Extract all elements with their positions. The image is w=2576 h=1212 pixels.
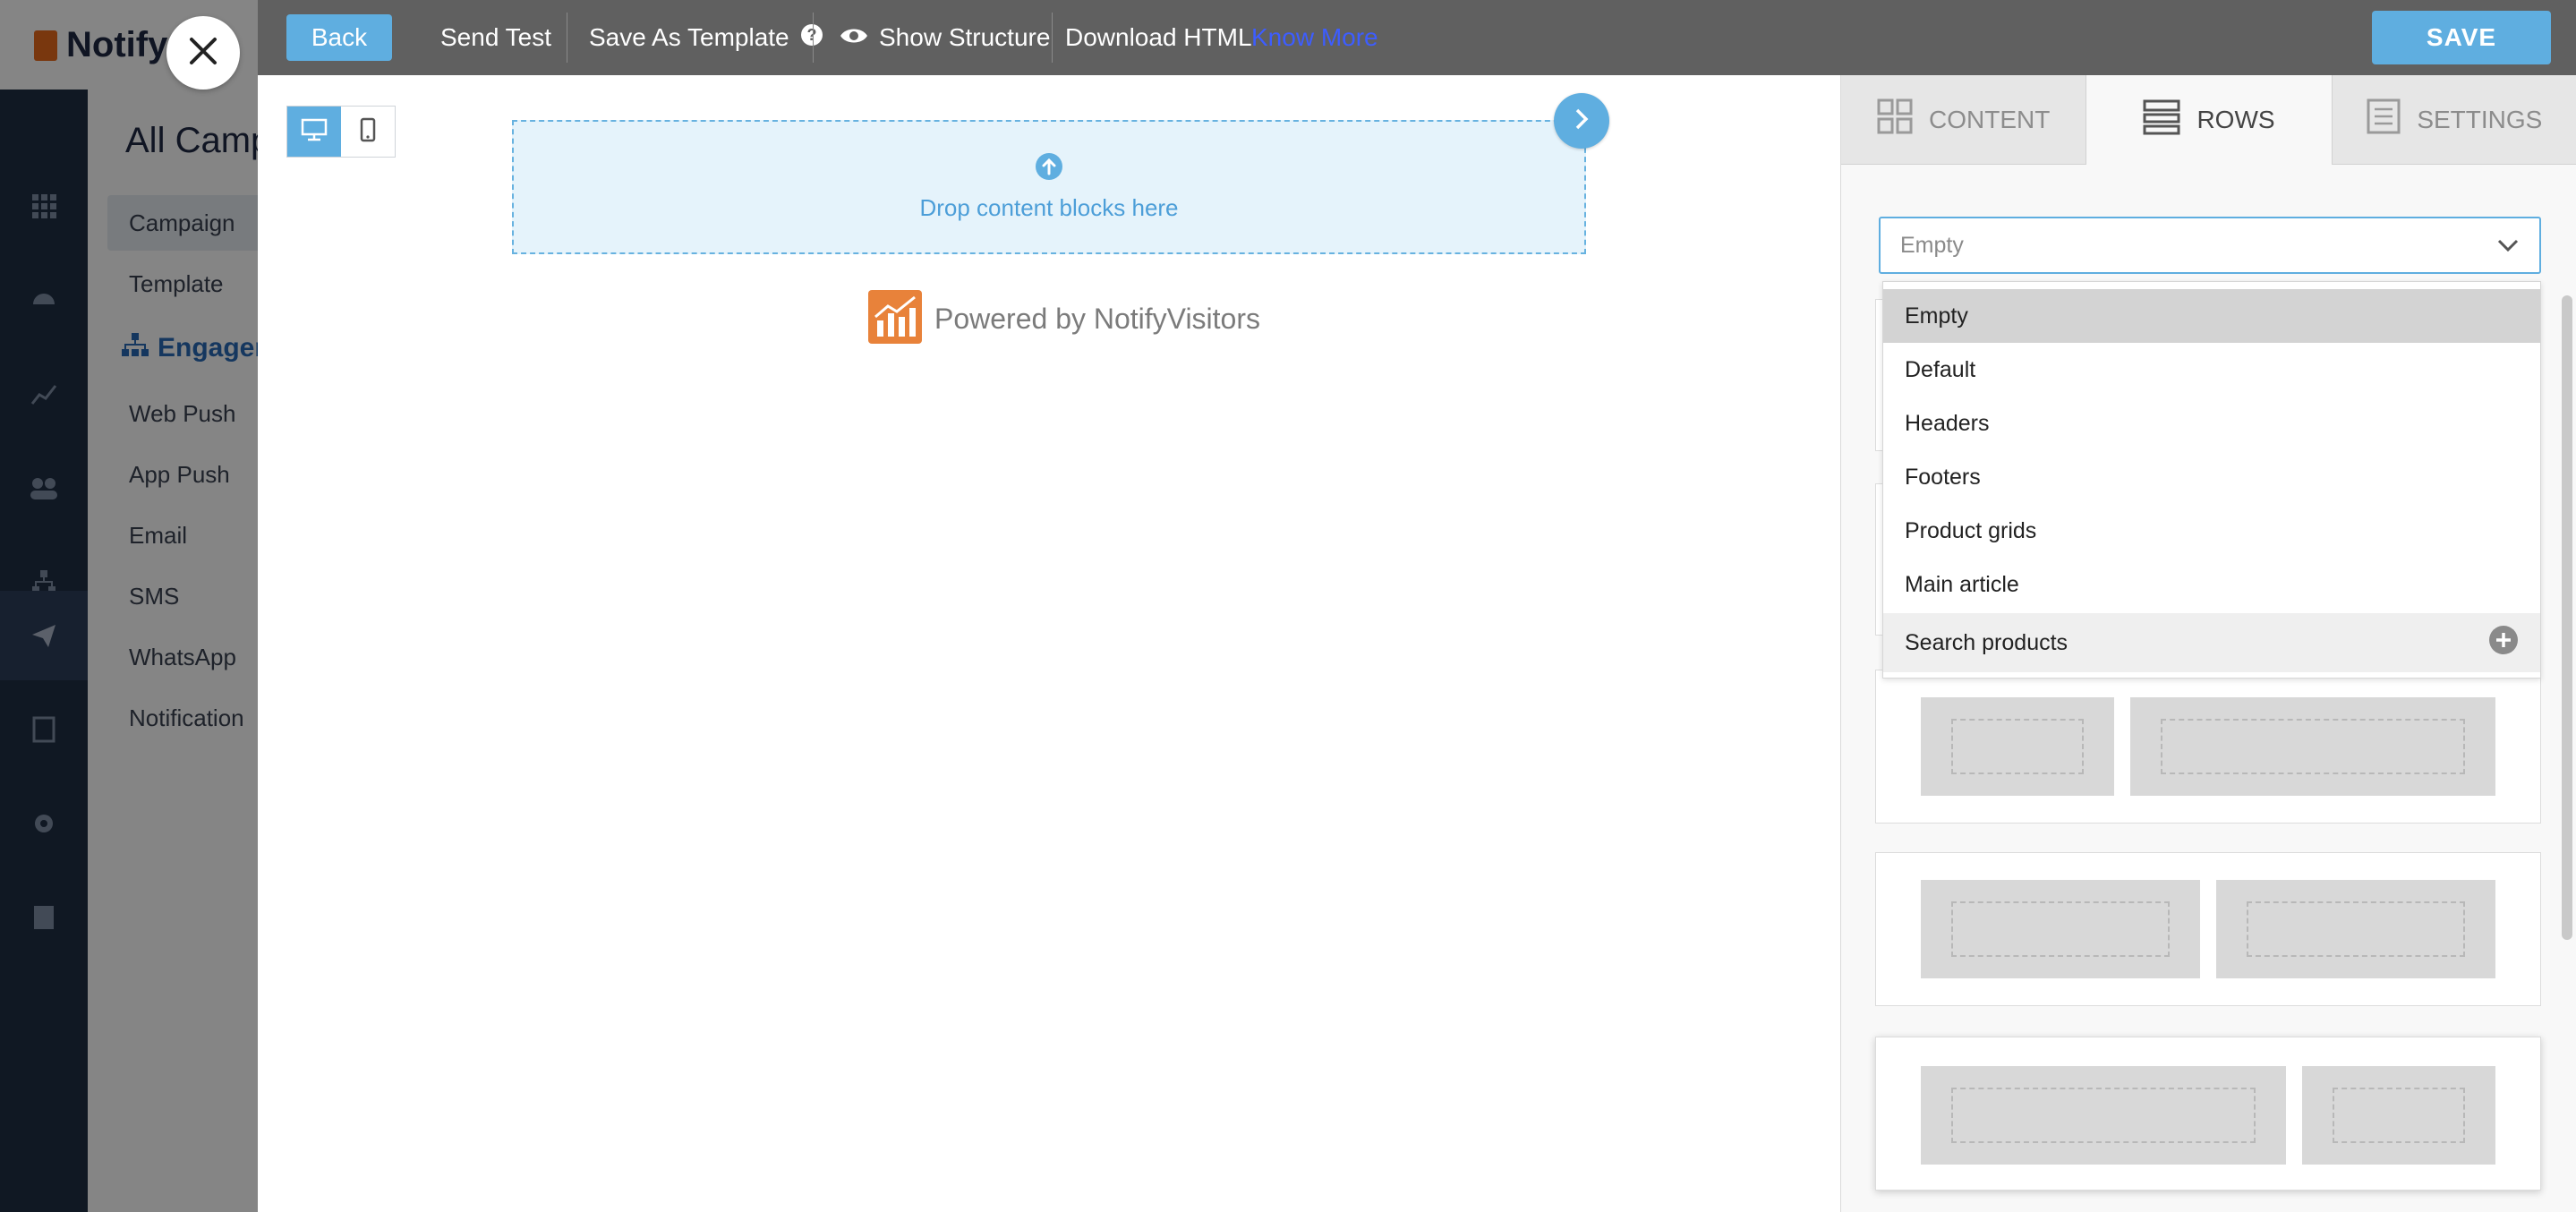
column-placeholder xyxy=(2216,880,2495,978)
svg-text:?: ? xyxy=(806,26,816,44)
dropdown-option-headers[interactable]: Headers xyxy=(1883,397,2540,450)
editor-toolbar: Back Send Test Save As Template ? Show S… xyxy=(258,0,2576,75)
mobile-icon xyxy=(360,117,376,147)
device-preview-toggle xyxy=(286,106,396,158)
rows-icon xyxy=(2143,99,2180,141)
tab-settings[interactable]: SETTINGS xyxy=(2332,75,2576,165)
collapse-panel-button[interactable] xyxy=(1554,93,1609,149)
show-structure-label: Show Structure xyxy=(879,23,1051,51)
know-more-label: Know More xyxy=(1251,23,1378,51)
toolbar-divider xyxy=(813,13,814,63)
save-button[interactable]: SAVE xyxy=(2372,11,2551,64)
tab-content[interactable]: CONTENT xyxy=(1841,75,2086,165)
rows-side-panel: CONTENT ROWS SETTINGS Empty Empty Defaul… xyxy=(1840,75,2576,1212)
settings-list-icon xyxy=(2367,98,2401,141)
column-placeholder xyxy=(2302,1066,2495,1165)
rows-category-select[interactable]: Empty xyxy=(1879,217,2541,274)
send-test-label: Send Test xyxy=(440,23,552,51)
save-as-template-button[interactable]: Save As Template ? xyxy=(589,0,823,75)
column-placeholder xyxy=(1921,880,2200,978)
close-icon xyxy=(188,36,218,71)
rows-category-dropdown: Empty Default Headers Footers Product gr… xyxy=(1882,281,2541,679)
send-test-button[interactable]: Send Test xyxy=(440,0,551,75)
mobile-view-button[interactable] xyxy=(341,107,395,157)
dropdown-option-main-article[interactable]: Main article xyxy=(1883,558,2540,611)
column-placeholder xyxy=(1921,697,2114,796)
close-modal-button[interactable] xyxy=(166,16,240,90)
panel-tabs: CONTENT ROWS SETTINGS xyxy=(1841,75,2576,165)
chevron-right-icon xyxy=(1574,107,1590,135)
dropdown-option-search-products[interactable]: Search products xyxy=(1883,613,2540,672)
chevron-down-icon xyxy=(2496,233,2520,259)
powered-by-text: Powered by NotifyVisitors xyxy=(934,303,1260,335)
drop-zone-label: Drop content blocks here xyxy=(919,194,1179,221)
column-placeholder xyxy=(1921,1066,2286,1165)
tab-rows-label: ROWS xyxy=(2196,106,2275,133)
dropdown-option-empty[interactable]: Empty xyxy=(1883,289,2540,343)
eye-icon xyxy=(840,23,868,52)
desktop-view-button[interactable] xyxy=(287,107,341,157)
dropdown-option-default[interactable]: Default xyxy=(1883,343,2540,397)
powered-by-footer: Powered by NotifyVisitors xyxy=(868,290,1260,348)
panel-scrollbar[interactable] xyxy=(2562,295,2572,940)
tab-rows[interactable]: ROWS xyxy=(2086,75,2333,165)
back-button[interactable]: Back xyxy=(286,14,392,61)
grid-icon xyxy=(1877,98,1913,141)
rows-category-value: Empty xyxy=(1900,232,1964,258)
know-more-link[interactable]: Know More xyxy=(1251,0,1378,75)
tab-content-label: CONTENT xyxy=(1929,105,2051,133)
toolbar-divider xyxy=(1052,13,1053,63)
content-drop-zone[interactable]: Drop content blocks here xyxy=(512,120,1586,254)
dropdown-option-footers[interactable]: Footers xyxy=(1883,450,2540,504)
save-as-template-label: Save As Template xyxy=(589,23,789,51)
upload-arrow-icon xyxy=(1035,152,1063,185)
add-circle-icon[interactable] xyxy=(2488,625,2519,661)
column-placeholder xyxy=(2130,697,2495,796)
dropdown-option-product-grids[interactable]: Product grids xyxy=(1883,504,2540,558)
notifyvisitors-logo-icon xyxy=(868,290,922,348)
desktop-icon xyxy=(301,118,328,146)
search-products-label: Search products xyxy=(1905,629,2068,655)
tab-settings-label: SETTINGS xyxy=(2417,105,2543,133)
help-question-icon[interactable]: ? xyxy=(800,23,823,53)
download-html-button[interactable]: Download HTML xyxy=(1065,0,1252,75)
row-template-card[interactable] xyxy=(1875,670,2541,824)
show-structure-button[interactable]: Show Structure xyxy=(840,0,1050,75)
row-template-card[interactable] xyxy=(1875,1037,2541,1191)
download-html-label: Download HTML xyxy=(1065,23,1252,51)
email-editor: Back Send Test Save As Template ? Show S… xyxy=(258,0,2576,1212)
row-template-card[interactable] xyxy=(1875,852,2541,1006)
